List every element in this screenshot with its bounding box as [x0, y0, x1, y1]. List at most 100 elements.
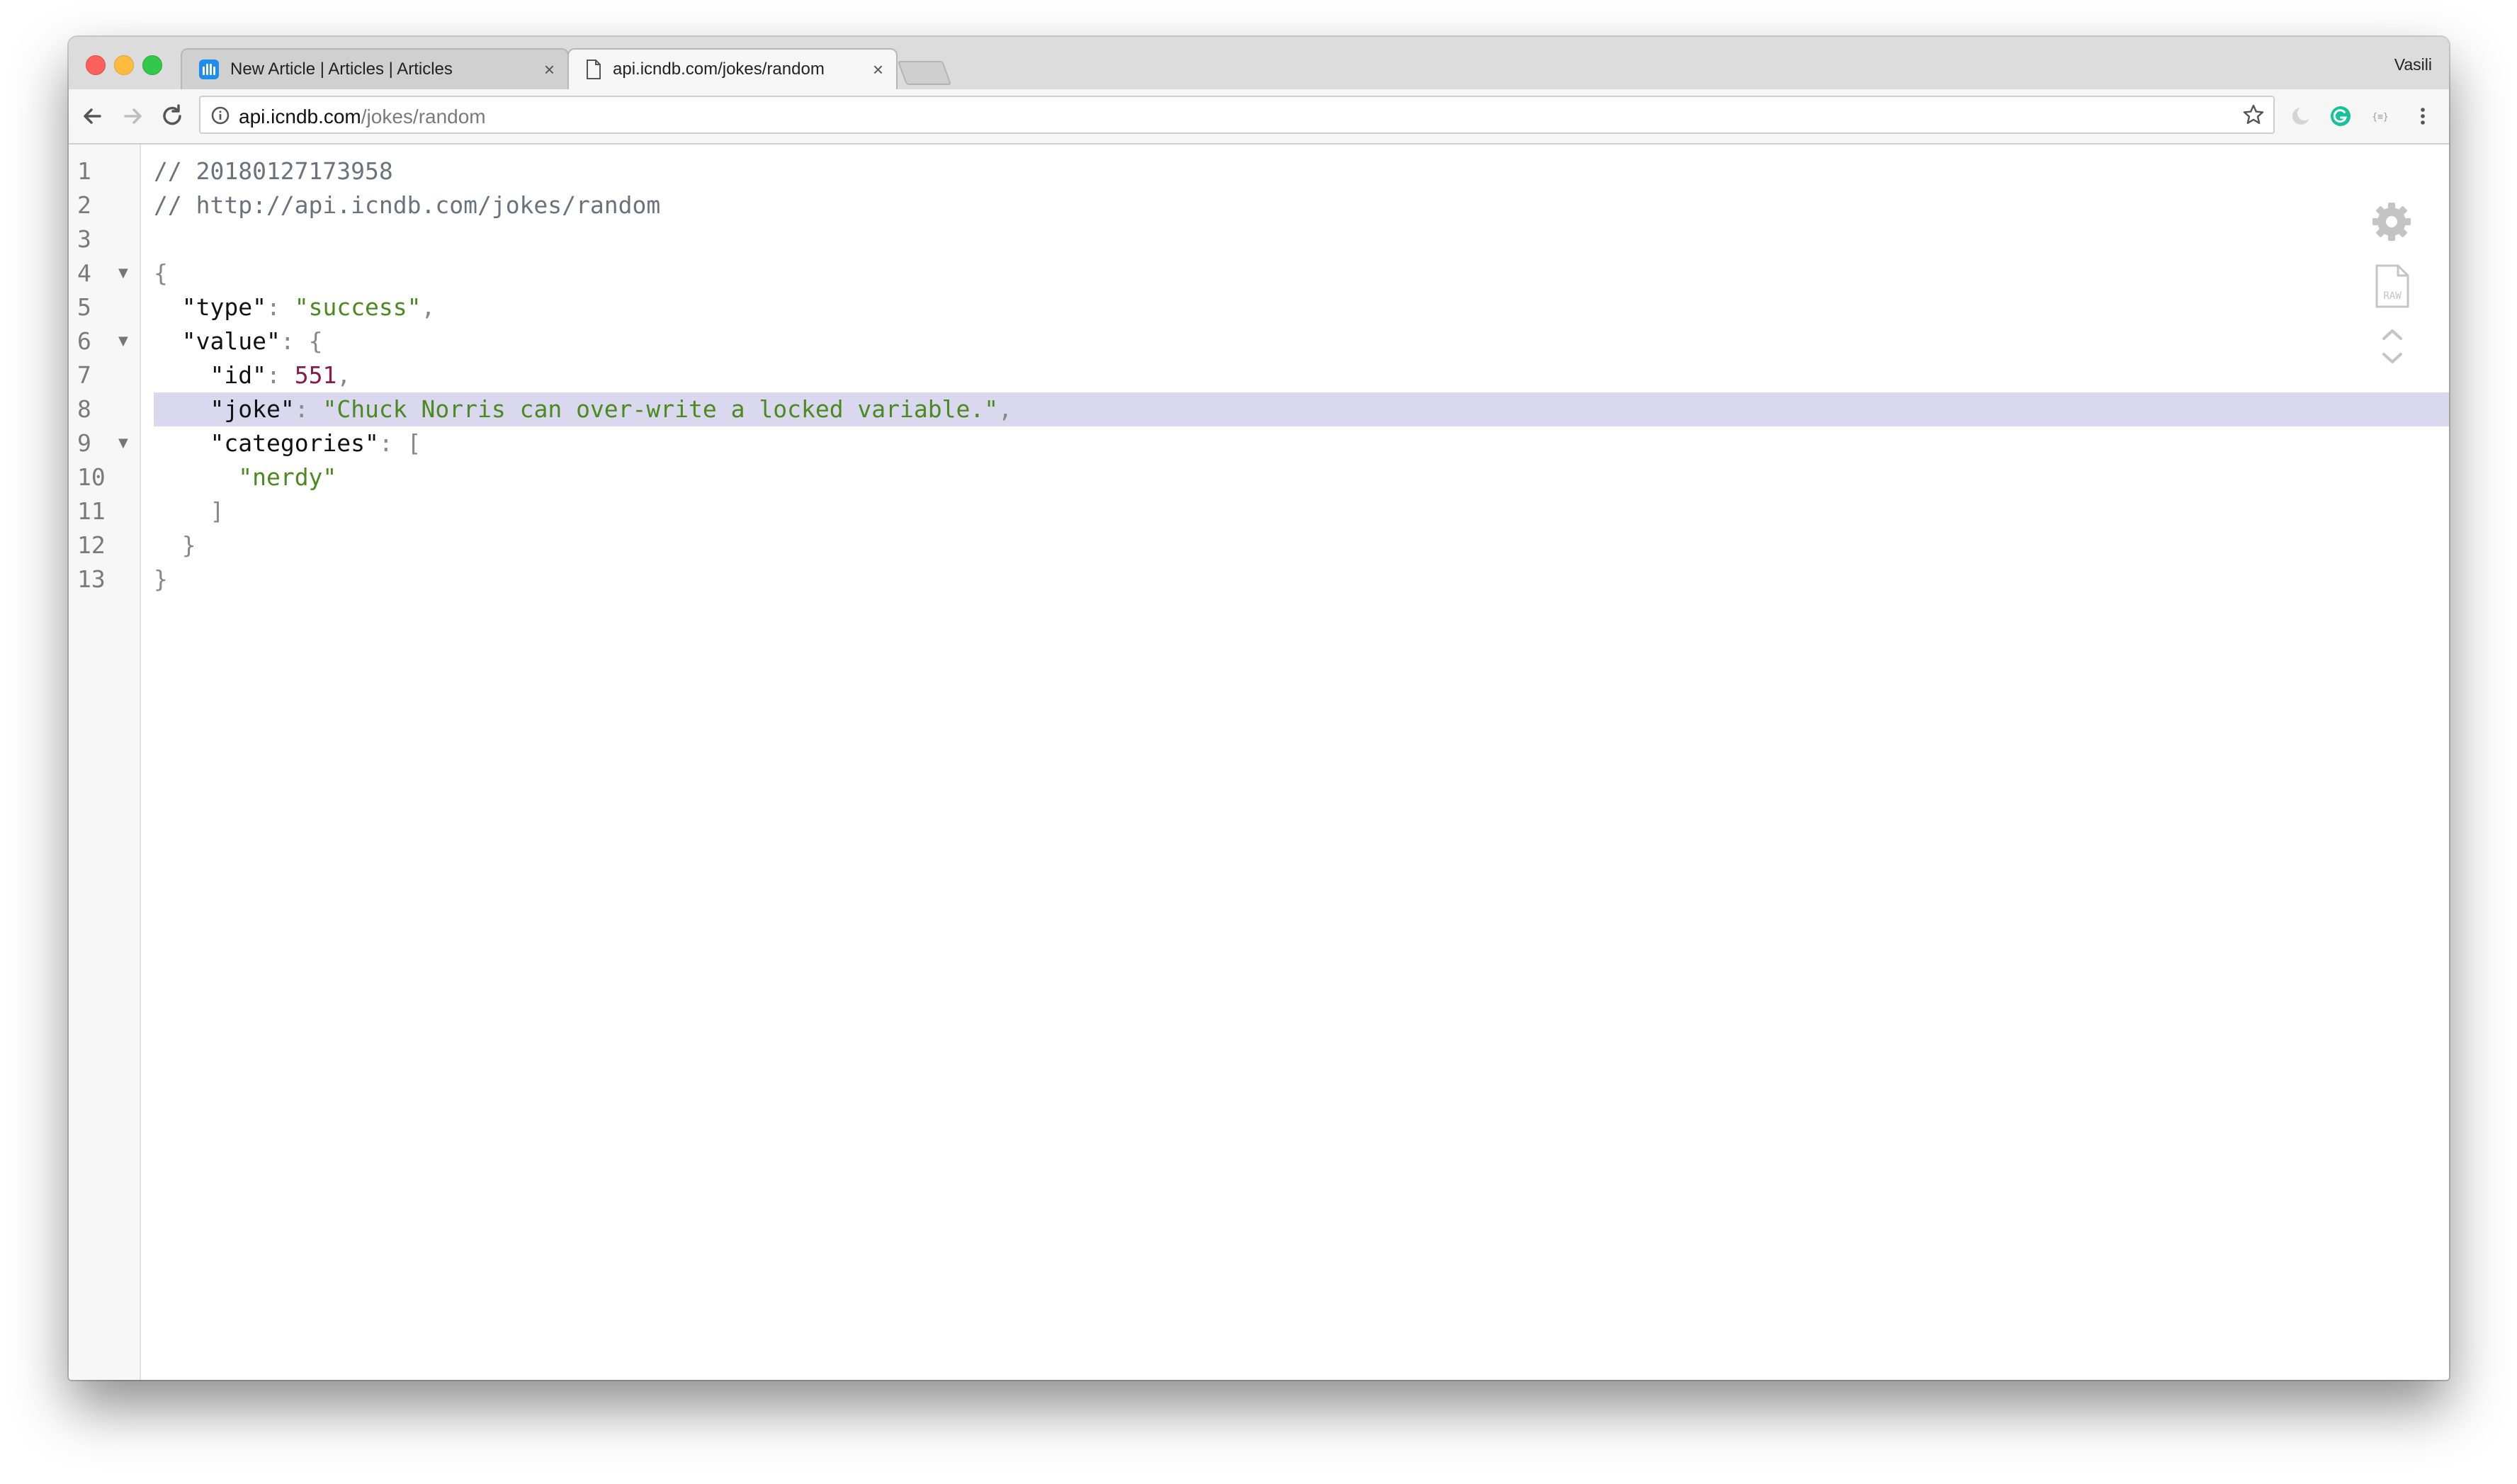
- profile-name[interactable]: Vasili: [2394, 55, 2432, 74]
- window-close-button[interactable]: [86, 55, 106, 75]
- svg-text:{≡}: {≡}: [2372, 112, 2388, 123]
- intercom-icon: [199, 60, 219, 79]
- json-key: "value": [181, 327, 281, 355]
- info-icon[interactable]: [210, 106, 230, 125]
- bookmark-star-icon[interactable]: [2242, 103, 2265, 126]
- json-viewer: 1 // 20180127173958 2 // http://api.icndb.c…: [69, 145, 2449, 1380]
- json-comment: // http://api.icndb.com/jokes/random: [154, 191, 661, 219]
- tab-title: api.icndb.com/jokes/random: [613, 60, 825, 79]
- code-line: 10 "nerdy": [69, 460, 2449, 494]
- line-number: 3: [77, 225, 91, 253]
- code-line: 11 ]: [69, 494, 2449, 528]
- line-number: 9: [77, 429, 91, 457]
- extension-moon-icon[interactable]: [2289, 104, 2313, 128]
- code-line: 1 // 20180127173958: [69, 154, 2449, 188]
- json-string: "success": [294, 293, 422, 321]
- json-punctuation: : [: [378, 429, 422, 457]
- window-minimize-button[interactable]: [114, 55, 134, 75]
- line-content: // 20180127173958: [154, 154, 2449, 188]
- code-line: 4 ▼ {: [69, 256, 2449, 290]
- close-icon[interactable]: ×: [544, 60, 555, 79]
- line-number: 1: [77, 157, 91, 185]
- raw-label: RAW: [2383, 290, 2402, 302]
- json-key: "categories": [210, 429, 379, 457]
- json-string: "Chuck Norris can over-write a locked va…: [322, 395, 999, 423]
- line-content: }: [154, 528, 2449, 562]
- line-content: "joke": "Chuck Norris can over-write a l…: [154, 392, 2449, 426]
- page-icon: [587, 60, 601, 79]
- line-number: 2: [77, 191, 91, 219]
- code-line: 6 ▼ "value": {: [69, 324, 2449, 358]
- new-tab-button[interactable]: [897, 61, 952, 85]
- json-punctuation: ,: [336, 361, 351, 389]
- chevron-down-icon[interactable]: [2380, 350, 2405, 367]
- code-line: 3: [69, 222, 2449, 256]
- url-path: /jokes/random: [361, 106, 486, 128]
- tab-title: New Article | Articles | Articles: [230, 60, 453, 79]
- code-line: 2 // http://api.icndb.com/jokes/random: [69, 188, 2449, 222]
- line-number: 8: [77, 395, 91, 423]
- fold-toggle-icon[interactable]: ▼: [118, 426, 128, 460]
- json-punctuation: :: [294, 395, 323, 423]
- line-content: "nerdy": [154, 460, 2449, 494]
- raw-file-icon[interactable]: RAW: [2374, 264, 2411, 309]
- line-number: 7: [77, 361, 91, 389]
- back-arrow-icon[interactable]: [79, 102, 107, 130]
- json-key: "joke": [210, 395, 295, 423]
- json-number: 551: [294, 361, 337, 389]
- chevron-up-icon[interactable]: [2380, 326, 2405, 343]
- code-line: 8 "joke": "Chuck Norris can over-write a…: [69, 392, 2449, 426]
- json-key: "type": [181, 293, 266, 321]
- tab-new-article[interactable]: New Article | Articles | Articles ×: [181, 48, 569, 89]
- code-line: 12 }: [69, 528, 2449, 562]
- json-formatter-icon[interactable]: {≡}: [2368, 104, 2392, 128]
- close-icon[interactable]: ×: [873, 60, 883, 79]
- window-maximize-button[interactable]: [142, 55, 162, 75]
- code-line: 7 "id": 551,: [69, 358, 2449, 392]
- line-number: 12: [77, 531, 106, 559]
- fold-toggle-icon[interactable]: ▼: [118, 256, 128, 290]
- line-number: 11: [77, 497, 106, 525]
- reload-icon[interactable]: [158, 102, 186, 130]
- line-content: "categories": [: [154, 426, 2449, 460]
- browser-window: New Article | Articles | Articles × api.…: [69, 37, 2449, 1380]
- json-punctuation: : {: [280, 327, 323, 355]
- menu-dots-icon[interactable]: [2411, 104, 2435, 128]
- tab-strip: New Article | Articles | Articles × api.…: [69, 37, 2449, 91]
- url-host: api.icndb.com: [239, 106, 361, 128]
- json-punctuation: ,: [421, 293, 436, 321]
- gear-icon[interactable]: [2370, 200, 2414, 244]
- line-content: "id": 551,: [154, 358, 2449, 392]
- code-line: 13}: [69, 562, 2449, 596]
- line-number: 6: [77, 327, 91, 355]
- tab-api-icndb[interactable]: api.icndb.com/jokes/random ×: [567, 48, 898, 89]
- json-key: "id": [210, 361, 266, 389]
- line-number: 13: [77, 565, 106, 593]
- line-content: "type": "success",: [154, 290, 2449, 324]
- line-content: [154, 222, 2449, 256]
- address-bar[interactable]: api.icndb.com/jokes/random: [199, 96, 2275, 134]
- json-punctuation: ,: [998, 395, 1012, 423]
- line-number: 5: [77, 293, 91, 321]
- json-punctuation: {: [154, 259, 168, 287]
- json-punctuation: }: [154, 565, 168, 593]
- line-number: 10: [77, 463, 106, 491]
- json-string: "nerdy": [238, 463, 337, 491]
- json-comment: // 20180127173958: [154, 157, 393, 185]
- fold-toggle-icon[interactable]: ▼: [118, 324, 128, 358]
- grammarly-icon[interactable]: [2329, 104, 2353, 128]
- line-content: ]: [154, 494, 2449, 528]
- line-content: // http://api.icndb.com/jokes/random: [154, 188, 2449, 222]
- code-line: 9 ▼ "categories": [: [69, 426, 2449, 460]
- line-content: "value": {: [154, 324, 2449, 358]
- forward-arrow-icon[interactable]: [118, 102, 147, 130]
- json-punctuation: }: [181, 531, 196, 559]
- json-punctuation: ]: [210, 497, 225, 525]
